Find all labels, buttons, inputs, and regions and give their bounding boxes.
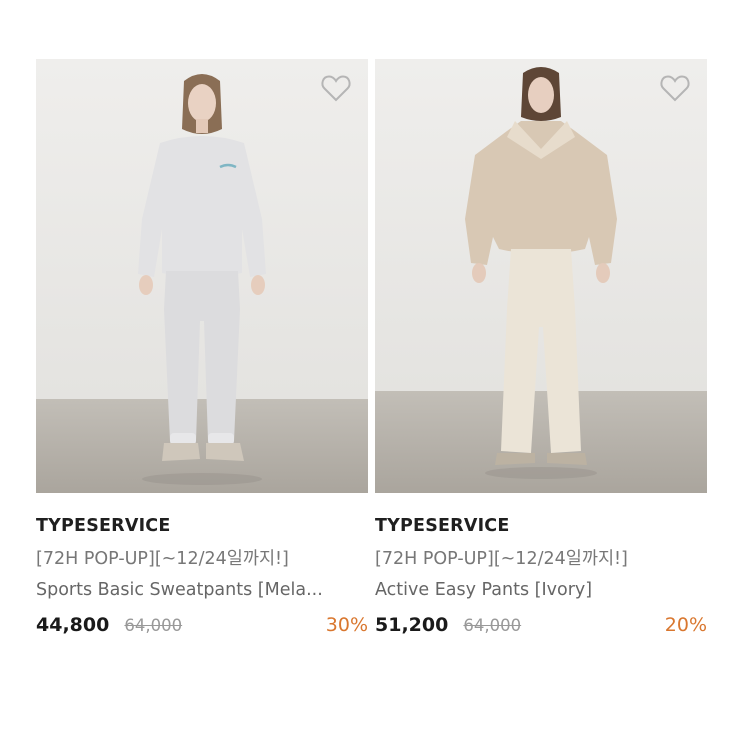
price-row: 51,200 64,000 20%	[375, 614, 707, 640]
product-name[interactable]: Sports Basic Sweatpants [Mela...	[36, 580, 346, 600]
price-row: 44,800 64,000 30%	[36, 614, 368, 640]
heart-outline-icon[interactable]	[659, 73, 691, 103]
sale-price: 51,200	[375, 614, 449, 636]
sale-price: 44,800	[36, 614, 110, 636]
product-image[interactable]	[375, 59, 707, 493]
discount-rate: 30%	[325, 614, 368, 636]
brand-name[interactable]: TYPESERVICE	[36, 516, 368, 536]
heart-outline-icon[interactable]	[320, 73, 352, 103]
product-name[interactable]: Active Easy Pants [Ivory]	[375, 580, 685, 600]
original-price: 64,000	[463, 616, 522, 635]
product-photo	[36, 59, 368, 493]
promo-label: [72H POP-UP][~12/24일까지!]	[36, 549, 289, 569]
product-card[interactable]: TYPESERVICE [72H POP-UP][~12/24일까지!] Act…	[375, 59, 707, 640]
promo-label: [72H POP-UP][~12/24일까지!]	[375, 549, 628, 569]
discount-rate: 20%	[664, 614, 707, 636]
product-grid: TYPESERVICE [72H POP-UP][~12/24일까지!] Spo…	[0, 0, 743, 743]
product-photo	[375, 59, 707, 493]
brand-name[interactable]: TYPESERVICE	[375, 516, 707, 536]
product-image[interactable]	[36, 59, 368, 493]
product-card[interactable]: TYPESERVICE [72H POP-UP][~12/24일까지!] Spo…	[36, 59, 368, 640]
original-price: 64,000	[124, 616, 183, 635]
